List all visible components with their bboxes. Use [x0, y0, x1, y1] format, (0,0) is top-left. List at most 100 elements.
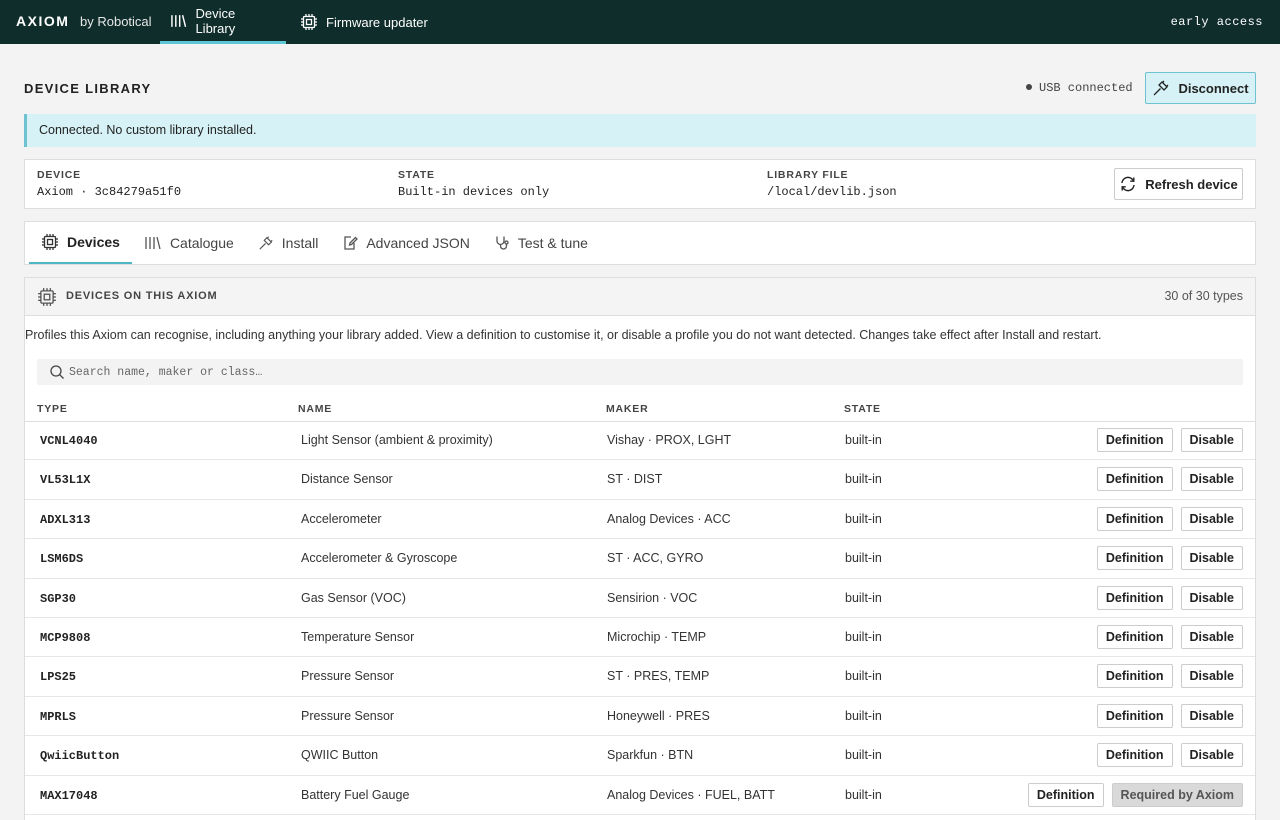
row-actions: Definition Disable	[1089, 585, 1243, 610]
row-name: Battery Fuel Gauge	[301, 787, 410, 802]
edit-document-icon	[344, 236, 359, 250]
disable-button[interactable]: Disable	[1180, 428, 1243, 452]
row-type: SGP30	[40, 591, 77, 606]
disable-button[interactable]: Disable	[1180, 664, 1243, 689]
required-by-axiom-button: Required by Axiom	[1111, 782, 1243, 807]
row-state: built-in	[845, 787, 882, 802]
state-column: STATE Built-in devices only	[398, 169, 549, 199]
refresh-device-label: Refresh device	[1145, 176, 1238, 192]
row-name: Temperature Sensor	[301, 629, 415, 644]
tab-catalogue-label: Catalogue	[169, 235, 234, 251]
definition-button[interactable]: Definition	[1096, 467, 1173, 492]
disable-button[interactable]: Disable	[1180, 703, 1243, 728]
panel-description: Profiles this Axiom can recognise, inclu…	[25, 328, 1102, 342]
row-state: built-in	[845, 511, 882, 526]
tab-devices[interactable]: Devices	[29, 222, 132, 264]
row-name: Distance Sensor	[301, 472, 393, 487]
disable-button[interactable]: Disable	[1180, 624, 1243, 649]
row-maker: Vishay · PROX, LGHT	[607, 433, 732, 447]
tab-install[interactable]: Install	[246, 222, 331, 264]
row-type: LPS25	[40, 670, 77, 685]
usb-status: USB connected	[1026, 81, 1133, 95]
search-input[interactable]	[69, 365, 969, 379]
row-maker: ST · ACC, GYRO	[607, 551, 704, 566]
row-maker: Honeywell · PRES	[607, 708, 710, 723]
row-name: Accelerometer & Gyroscope	[301, 551, 458, 566]
definition-button[interactable]: Definition	[1096, 546, 1173, 571]
row-type: MPRLS	[40, 709, 77, 724]
table-row: VCNL4040 Light Sensor (ambient & proximi…	[25, 421, 1255, 461]
disconnect-button[interactable]: Disconnect	[1145, 72, 1256, 104]
tab-catalogue[interactable]: Catalogue	[132, 222, 246, 264]
row-state: built-in	[845, 708, 882, 723]
disconnect-label: Disconnect	[1178, 80, 1249, 96]
row-maker: Analog Devices · FUEL, BATT	[607, 787, 775, 802]
library-icon	[145, 236, 161, 250]
search-icon	[50, 365, 64, 379]
row-type: VCNL4040	[40, 434, 98, 448]
state-label: STATE	[398, 169, 435, 181]
state-value: Built-in devices only	[398, 185, 550, 199]
tab-advanced-json-label: Advanced JSON	[366, 235, 470, 251]
device-table: VCNL4040 Light Sensor (ambient & proximi…	[25, 421, 1255, 815]
panel-header: DEVICES ON THIS AXIOM 30 of 30 types	[25, 278, 1255, 316]
disable-button[interactable]: Disable	[1180, 506, 1243, 531]
table-row: MAX17048 Battery Fuel Gauge Analog Devic…	[25, 776, 1255, 815]
definition-button[interactable]: Definition	[1096, 743, 1173, 768]
definition-button[interactable]: Definition	[1096, 624, 1173, 649]
row-type: VL53L1X	[40, 473, 91, 488]
row-actions: Definition Disable	[1089, 546, 1243, 571]
tab-devices-label: Devices	[67, 234, 120, 250]
definition-button[interactable]: Definition	[1096, 664, 1173, 689]
row-name: Gas Sensor (VOC)	[301, 590, 406, 605]
row-type: MCP9808	[40, 630, 91, 645]
brand-byline: by Robotical	[80, 14, 152, 29]
row-state: built-in	[845, 590, 882, 605]
table-row: LSM6DS Accelerometer & Gyroscope ST · AC…	[25, 539, 1255, 579]
library-file-value: /local/devlib.json	[767, 185, 897, 199]
library-file-label: LIBRARY FILE	[767, 169, 849, 181]
nav-firmware-updater[interactable]: Firmware updater	[290, 0, 438, 44]
definition-button[interactable]: Definition	[1096, 506, 1173, 531]
row-actions: Definition Disable	[1089, 428, 1243, 452]
row-type: MAX17048	[40, 788, 98, 803]
tab-advanced-json[interactable]: Advanced JSON	[330, 222, 482, 264]
plug-icon	[1153, 80, 1169, 96]
library-file-column: LIBRARY FILE /local/devlib.json	[767, 169, 897, 199]
column-header-name: NAME	[298, 403, 333, 415]
table-row: VL53L1X Distance Sensor ST · DIST built-…	[25, 460, 1255, 500]
table-row: LPS25 Pressure Sensor ST · PRES, TEMP bu…	[25, 657, 1255, 697]
disable-button[interactable]: Disable	[1180, 743, 1243, 768]
column-header-state: STATE	[844, 403, 881, 415]
tab-test-tune-label: Test & tune	[517, 235, 588, 251]
brand-logo: AXIOM	[16, 13, 70, 29]
disable-button[interactable]: Disable	[1180, 585, 1243, 610]
definition-button[interactable]: Definition	[1027, 782, 1104, 807]
row-maker: ST · PRES, TEMP	[607, 669, 710, 684]
row-actions: Definition Disable	[1089, 743, 1243, 768]
row-name: Accelerometer	[301, 511, 382, 526]
row-actions: Definition Required by Axiom	[1020, 782, 1243, 807]
devices-panel: DEVICES ON THIS AXIOM 30 of 30 types Pro…	[24, 277, 1256, 820]
device-label: DEVICE	[37, 169, 81, 181]
row-name: Pressure Sensor	[301, 708, 395, 723]
definition-button[interactable]: Definition	[1096, 428, 1173, 452]
definition-button[interactable]: Definition	[1096, 585, 1173, 610]
chip-icon	[301, 14, 317, 30]
nav-device-library-label: Device Library	[195, 5, 236, 36]
refresh-icon	[1121, 176, 1135, 192]
disable-button[interactable]: Disable	[1180, 467, 1243, 492]
chip-icon	[42, 234, 58, 250]
definition-button[interactable]: Definition	[1096, 703, 1173, 728]
row-name: Pressure Sensor	[301, 669, 395, 684]
tab-test-tune[interactable]: Test & tune	[482, 222, 600, 264]
library-icon	[171, 14, 187, 27]
column-header-maker: MAKER	[606, 403, 649, 415]
disable-button[interactable]: Disable	[1180, 546, 1243, 571]
row-actions: Definition Disable	[1089, 506, 1243, 531]
refresh-device-button[interactable]: Refresh device	[1114, 168, 1243, 200]
nav-device-library[interactable]: Device Library	[160, 0, 286, 44]
table-row: SGP30 Gas Sensor (VOC) Sensirion · VOC b…	[25, 579, 1255, 618]
usb-status-label: USB connected	[1039, 81, 1133, 95]
row-maker: Analog Devices · ACC	[607, 511, 731, 526]
